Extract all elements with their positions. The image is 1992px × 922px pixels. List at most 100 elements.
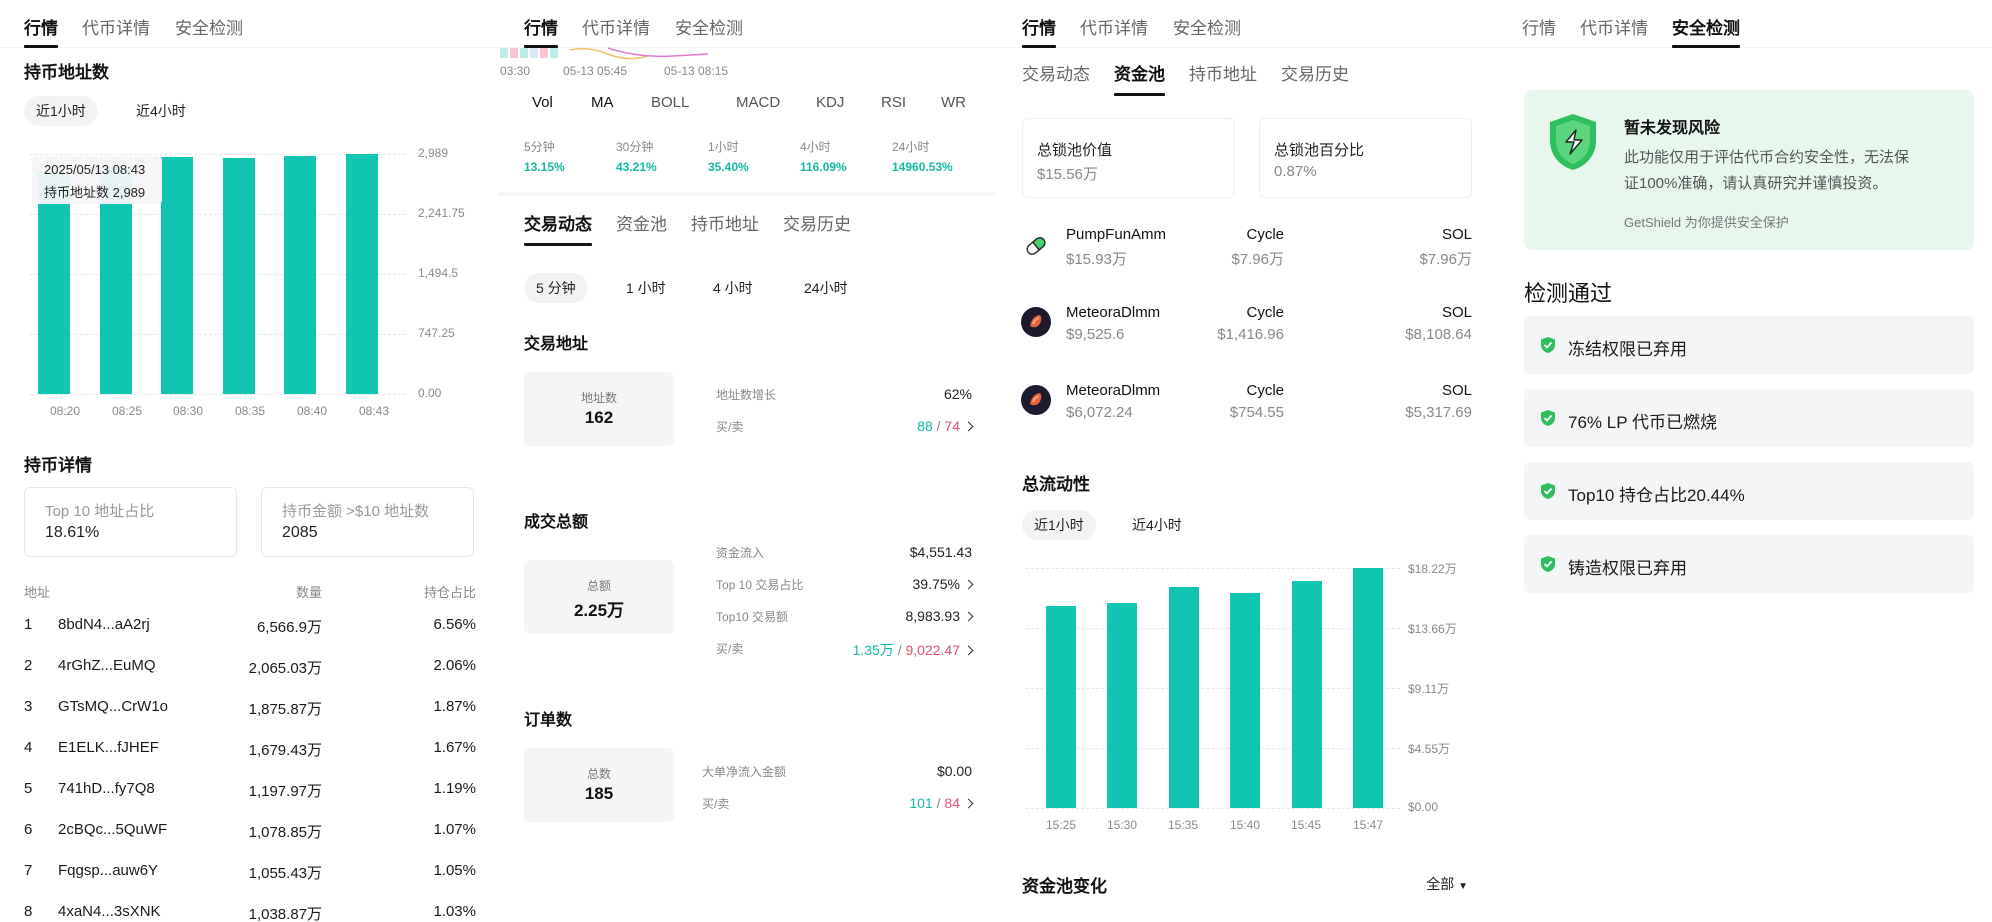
indicator-tab-kdj[interactable]: KDJ (816, 94, 844, 111)
chart-bar[interactable] (1046, 606, 1076, 808)
volume-buysell[interactable]: 1.35万 / 9,022.47 (853, 640, 974, 660)
row-share: 1.05% (433, 862, 476, 879)
check-item[interactable]: 76% LP 代币已燃烧 (1524, 389, 1974, 447)
pool-sol-value: $5,317.69 (1405, 404, 1472, 421)
indicator-tab-ma[interactable]: MA (591, 94, 614, 111)
table-row[interactable]: 5 741hD...fy7Q8 1,197.97万 1.19% (24, 780, 476, 821)
check-label: 76% LP 代币已燃烧 (1568, 413, 1717, 432)
tab-market[interactable]: 行情 (524, 14, 558, 39)
period-label: 30分钟 (616, 140, 654, 154)
pool-row[interactable]: MeteoraDlmm $9,525.6 Cycle $1,416.96 SOL… (1021, 302, 1472, 362)
pill-icon (1026, 237, 1046, 255)
x-tick-label: 15:47 (1353, 818, 1384, 832)
row-address[interactable]: E1ELK...fJHEF (58, 739, 159, 756)
row-address[interactable]: Fqgsp...auw6Y (58, 862, 158, 879)
tab-token-detail[interactable]: 代币详情 (582, 14, 650, 39)
indicator-tab-rsi[interactable]: RSI (881, 94, 906, 111)
top10-amount-link[interactable]: 8,983.93 (906, 608, 974, 624)
filter-dropdown[interactable]: 全部 ▼ (1426, 874, 1468, 894)
check-item[interactable]: 冻结权限已弃用 (1524, 316, 1974, 374)
indicator-tab-boll[interactable]: BOLL (651, 94, 689, 111)
check-label: 冻结权限已弃用 (1568, 340, 1687, 359)
row-address[interactable]: 741hD...fy7Q8 (58, 780, 155, 797)
orders-buysell[interactable]: 101 / 84 (909, 795, 974, 811)
time-pill-1h[interactable]: 近1小时 (24, 96, 98, 126)
chart-bar[interactable] (1353, 568, 1383, 808)
subtab-pool[interactable]: 资金池 (1114, 60, 1165, 85)
holders-over-10-card: 持币金额 >$10 地址数 2085 (261, 487, 474, 557)
chart-bar[interactable] (161, 157, 193, 394)
tab-security[interactable]: 安全检测 (675, 14, 743, 39)
chart-bar[interactable] (346, 154, 378, 394)
row-address[interactable]: 4xaN4...3sXNK (58, 903, 161, 920)
tab-security[interactable]: 安全检测 (1173, 14, 1241, 39)
tab-token-detail[interactable]: 代币详情 (82, 14, 150, 39)
locked-pct-label: 总锁池百分比 (1274, 142, 1365, 159)
top10-share-link[interactable]: 39.75% (913, 576, 974, 592)
col-share: 持仓占比 (423, 585, 476, 600)
volume-total-value: 2.25万 (573, 601, 625, 620)
time-pill-1h[interactable]: 近1小时 (1022, 510, 1096, 540)
table-row[interactable]: 4 E1ELK...fJHEF 1,679.43万 1.67% (24, 739, 476, 780)
tab-market[interactable]: 行情 (1022, 14, 1056, 39)
table-row[interactable]: 3 GTsMQ...CrW1o 1,875.87万 1.87% (24, 698, 476, 739)
chart-bar[interactable] (1230, 593, 1260, 808)
locked-pct-card: 总锁池百分比 0.87% (1259, 118, 1472, 198)
table-row[interactable]: 8 4xaN4...3sXNK 1,038.87万 1.03% (24, 903, 476, 922)
chart-bar[interactable] (1169, 587, 1199, 808)
chart-bar[interactable] (284, 156, 316, 394)
pool-row[interactable]: PumpFunAmm $15.93万 Cycle $7.96万 SOL $7.9… (1022, 224, 1472, 284)
tab-security[interactable]: 安全检测 (1672, 14, 1740, 39)
inflow-value: $4,551.43 (909, 544, 972, 560)
passed-title: 检测通过 (1524, 281, 1613, 306)
chart-bar[interactable] (1292, 581, 1322, 808)
period-change: 43.21% (616, 160, 657, 174)
tab-market[interactable]: 行情 (24, 14, 58, 39)
sell-count: 74 (944, 418, 960, 434)
check-item[interactable]: 铸造权限已弃用 (1524, 535, 1974, 593)
check-item[interactable]: Top10 持仓占比20.44% (1524, 462, 1974, 520)
chart-bar[interactable] (223, 158, 255, 394)
table-row[interactable]: 7 Fqgsp...auw6Y 1,055.43万 1.05% (24, 862, 476, 903)
col-address: 地址 (24, 585, 51, 600)
pool-row[interactable]: MeteoraDlmm $6,072.24 Cycle $754.55 SOL … (1021, 380, 1472, 440)
subtab-holders[interactable]: 持币地址 (1189, 60, 1257, 85)
time-pill-5m[interactable]: 5 分钟 (524, 273, 588, 303)
subtab-holders[interactable]: 持币地址 (691, 210, 759, 235)
tab-market[interactable]: 行情 (1522, 14, 1556, 39)
subtab-pool[interactable]: 资金池 (616, 210, 667, 235)
row-share: 2.06% (433, 657, 476, 674)
time-pill-1h[interactable]: 1 小时 (614, 273, 678, 303)
shield-check-icon (1541, 483, 1555, 499)
row-rank: 6 (24, 821, 33, 838)
time-pill-24h[interactable]: 24小时 (792, 273, 860, 303)
chart-bar[interactable] (1107, 603, 1137, 808)
top-tab-bar: 行情 代币详情 安全检测 (0, 0, 498, 48)
tab-token-detail[interactable]: 代币详情 (1580, 14, 1648, 39)
subtab-history[interactable]: 交易历史 (783, 210, 851, 235)
row-address[interactable]: 4rGhZ...EuMQ (58, 657, 156, 674)
time-pill-4h[interactable]: 近4小时 (124, 96, 198, 126)
indicator-tab-vol[interactable]: Vol (532, 94, 553, 111)
row-address[interactable]: 2cBQc...5QuWF (58, 821, 167, 838)
top10-share-label: Top 10 地址占比 (45, 503, 155, 520)
time-pill-4h[interactable]: 近4小时 (1120, 510, 1194, 540)
tab-security[interactable]: 安全检测 (175, 14, 243, 39)
chart-bar[interactable] (38, 172, 70, 394)
time-pill-4h[interactable]: 4 小时 (701, 273, 765, 303)
row-address[interactable]: GTsMQ...CrW1o (58, 698, 168, 715)
indicator-tab-macd[interactable]: MACD (736, 94, 780, 111)
indicator-tab-wr[interactable]: WR (941, 94, 966, 111)
tab-token-detail[interactable]: 代币详情 (1080, 14, 1148, 39)
pool-sol-value: $8,108.64 (1405, 326, 1472, 343)
top10-share-label: Top 10 交易占比 (716, 578, 804, 592)
subtab-trades[interactable]: 交易动态 (524, 210, 592, 235)
table-row[interactable]: 6 2cBQc...5QuWF 1,078.85万 1.07% (24, 821, 476, 862)
buy-orders: 101 (909, 795, 933, 811)
address-buysell[interactable]: 88 / 74 (917, 418, 974, 434)
subtab-trades[interactable]: 交易动态 (1022, 60, 1090, 85)
table-row[interactable]: 1 8bdN4...aA2rj 6,566.9万 6.56% (24, 616, 476, 657)
row-address[interactable]: 8bdN4...aA2rj (58, 616, 150, 633)
table-row[interactable]: 2 4rGhZ...EuMQ 2,065.03万 2.06% (24, 657, 476, 698)
subtab-history[interactable]: 交易历史 (1281, 60, 1349, 85)
